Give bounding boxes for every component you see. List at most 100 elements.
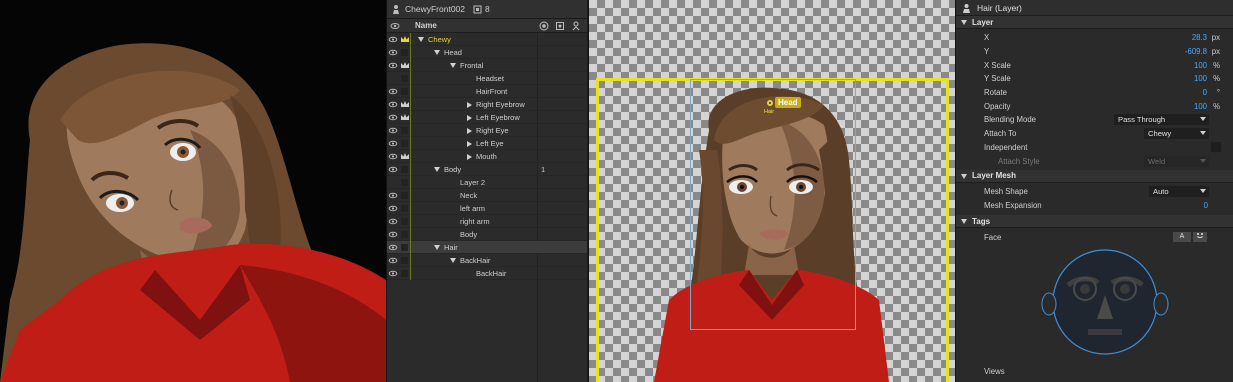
- expand-open-icon[interactable]: [450, 63, 456, 68]
- tree-row-label: left arm: [460, 203, 486, 213]
- crown-toggle-box[interactable]: [401, 88, 408, 95]
- tree-row[interactable]: BackHair: [387, 267, 587, 280]
- tree-row[interactable]: Layer 2: [387, 176, 587, 189]
- crown-icon[interactable]: [400, 152, 410, 161]
- rotate-value[interactable]: 0: [1203, 88, 1207, 97]
- visibility-eye-icon[interactable]: [388, 150, 398, 163]
- expand-open-icon[interactable]: [450, 258, 456, 263]
- crown-toggle-box[interactable]: [401, 49, 408, 56]
- tree-row[interactable]: Body 1: [387, 163, 587, 176]
- crown-toggle-box[interactable]: [401, 244, 408, 251]
- rig-canvas[interactable]: Head Hair: [588, 0, 955, 382]
- visibility-eye-icon[interactable]: [388, 163, 398, 176]
- tree-row[interactable]: Left Eye: [387, 137, 587, 150]
- crown-toggle-box[interactable]: [401, 179, 408, 186]
- visibility-eye-icon[interactable]: [388, 33, 398, 46]
- tags-section-header[interactable]: Tags: [956, 215, 1233, 229]
- face-small-icon: [1197, 233, 1203, 239]
- y-value[interactable]: -609.8: [1185, 47, 1207, 56]
- expand-open-icon[interactable]: [434, 245, 440, 250]
- tree-row[interactable]: Hair: [387, 241, 587, 254]
- visibility-eye-icon[interactable]: [388, 98, 398, 111]
- tree-row[interactable]: BackHair: [387, 254, 587, 267]
- visibility-eye-icon[interactable]: [388, 254, 398, 267]
- visibility-eye-icon[interactable]: [388, 189, 398, 202]
- crown-toggle-box[interactable]: [401, 218, 408, 225]
- crown-toggle-box[interactable]: [401, 166, 408, 173]
- handle-label[interactable]: Head: [775, 97, 801, 108]
- visibility-eye-icon[interactable]: [388, 228, 398, 241]
- layer-section-header[interactable]: Layer: [956, 16, 1233, 29]
- expand-open-icon[interactable]: [434, 50, 440, 55]
- tree-row[interactable]: Chewy: [387, 33, 587, 46]
- opacity-value[interactable]: 100: [1194, 102, 1207, 111]
- layer-mesh-section-header[interactable]: Layer Mesh: [956, 169, 1233, 183]
- crown-icon[interactable]: [400, 61, 410, 70]
- tree-row[interactable]: Right Eyebrow: [387, 98, 587, 111]
- visibility-eye-icon[interactable]: [388, 85, 398, 98]
- crown-toggle-box[interactable]: [401, 192, 408, 199]
- tree-row[interactable]: Mouth: [387, 150, 587, 163]
- crown-icon[interactable]: [400, 35, 410, 44]
- scene-preview[interactable]: [0, 0, 386, 382]
- name-column-header[interactable]: Name: [415, 21, 437, 30]
- visibility-eye-icon[interactable]: [388, 46, 398, 59]
- tree-row[interactable]: right arm: [387, 215, 587, 228]
- crown-toggle-box[interactable]: [401, 270, 408, 277]
- tree-row[interactable]: Left Eyebrow: [387, 111, 587, 124]
- visibility-eye-icon[interactable]: [388, 241, 398, 254]
- crown-toggle-box[interactable]: [401, 205, 408, 212]
- expand-open-icon[interactable]: [434, 167, 440, 172]
- visibility-column-icon[interactable]: [390, 21, 400, 31]
- expand-closed-icon[interactable]: [467, 114, 472, 121]
- blending-mode-dropdown[interactable]: Pass Through: [1114, 114, 1209, 126]
- tag-filter-button[interactable]: A: [1173, 232, 1191, 243]
- crown-toggle-box[interactable]: [401, 127, 408, 134]
- tree-row-label: Body: [460, 229, 478, 239]
- visibility-eye-icon[interactable]: [388, 137, 398, 150]
- attach-to-dropdown[interactable]: Chewy: [1144, 128, 1209, 140]
- y-scale-value[interactable]: 100: [1194, 74, 1207, 83]
- tree-row[interactable]: Right Eye: [387, 124, 587, 137]
- rig-column-icon[interactable]: [571, 21, 581, 31]
- tree-row[interactable]: left arm: [387, 202, 587, 215]
- crown-toggle-box[interactable]: [401, 75, 408, 82]
- expand-open-icon[interactable]: [418, 37, 424, 42]
- visibility-eye-icon[interactable]: [388, 215, 398, 228]
- visibility-eye-icon[interactable]: [388, 202, 398, 215]
- independent-checkbox[interactable]: [1211, 142, 1221, 153]
- rotate-row: Rotate 0 °: [984, 88, 1220, 98]
- tree-row[interactable]: Neck: [387, 189, 587, 202]
- tree-row[interactable]: Frontal: [387, 59, 587, 72]
- crown-toggle-box[interactable]: [401, 231, 408, 238]
- visibility-eye-icon[interactable]: [388, 124, 398, 137]
- crown-toggle-box[interactable]: [401, 140, 408, 147]
- record-column-icon[interactable]: [539, 21, 549, 31]
- expand-closed-icon[interactable]: [467, 153, 472, 160]
- tree-row[interactable]: Head: [387, 46, 587, 59]
- crown-icon[interactable]: [400, 100, 410, 109]
- expand-closed-icon[interactable]: [467, 101, 472, 108]
- layer-bounding-box[interactable]: [690, 79, 856, 330]
- crown-toggle-box[interactable]: [401, 257, 408, 264]
- tree-row[interactable]: Headset: [387, 72, 587, 85]
- crown-icon[interactable]: [400, 113, 410, 122]
- tree-row[interactable]: Body: [387, 228, 587, 241]
- tree-row-label: Mouth: [476, 151, 497, 161]
- tree-row[interactable]: HairFront: [387, 85, 587, 98]
- tag-face-toggle-button[interactable]: [1193, 232, 1207, 243]
- handle-column-icon[interactable]: [555, 21, 565, 31]
- puppet-title: ChewyFront002: [405, 4, 466, 14]
- mesh-shape-dropdown[interactable]: Auto: [1149, 186, 1209, 198]
- mesh-expansion-value[interactable]: 0: [1204, 201, 1208, 210]
- properties-title: Hair (Layer): [977, 2, 1022, 13]
- handle-icon[interactable]: [765, 98, 775, 108]
- x-scale-value[interactable]: 100: [1194, 61, 1207, 70]
- expand-closed-icon[interactable]: [467, 140, 472, 147]
- face-tag-picker-icon[interactable]: [1040, 247, 1170, 357]
- visibility-eye-icon[interactable]: [388, 59, 398, 72]
- visibility-eye-icon[interactable]: [388, 267, 398, 280]
- expand-closed-icon[interactable]: [467, 127, 472, 134]
- x-value[interactable]: 28.3: [1192, 33, 1207, 42]
- visibility-eye-icon[interactable]: [388, 111, 398, 124]
